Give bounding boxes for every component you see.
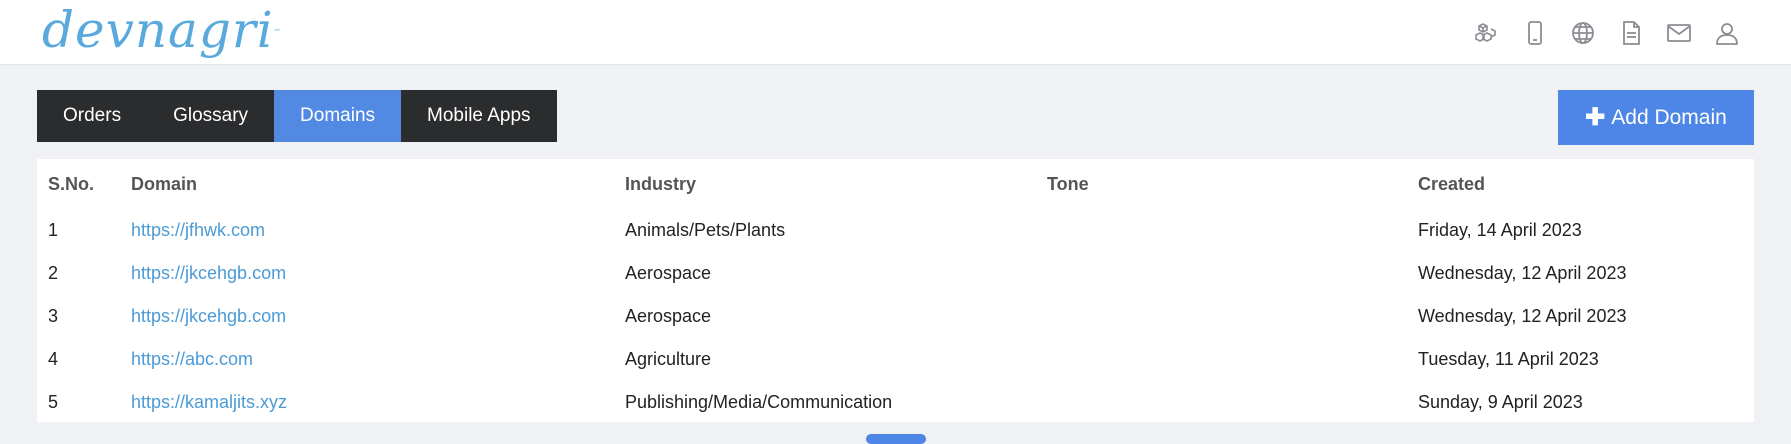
cell-tone (1047, 338, 1418, 381)
cell-industry: Agriculture (625, 349, 712, 369)
cell-sno: 4 (48, 349, 59, 369)
top-navbar: devnagri™ (0, 0, 1791, 65)
cell-industry: Aerospace (625, 306, 712, 326)
cell-sno: 5 (48, 392, 59, 412)
header-domain: Domain (131, 173, 198, 194)
tab-mobile-apps[interactable]: Mobile Apps (401, 90, 557, 142)
cell-sno: 2 (48, 263, 59, 283)
cell-domain: https://kamaljits.xyz (131, 381, 625, 424)
tab-orders[interactable]: Orders (37, 90, 148, 142)
table-row: 5 https://kamaljits.xyz Publishing/Media… (37, 381, 1754, 424)
cell-industry: Aerospace (625, 263, 712, 283)
trademark-mark: ™ (273, 28, 282, 36)
header-tone: Tone (1047, 173, 1089, 194)
domains-table-panel: S.No. Domain Industry Tone Created 1 htt… (37, 159, 1754, 422)
pagination-control[interactable] (866, 434, 926, 444)
mail-icon[interactable] (1655, 18, 1703, 48)
domains-table: S.No. Domain Industry Tone Created 1 htt… (37, 159, 1754, 424)
cell-domain: https://abc.com (131, 338, 625, 381)
table-header-row: S.No. Domain Industry Tone Created (37, 159, 1754, 209)
globe-icon[interactable] (1559, 18, 1607, 48)
cell-industry: Animals/Pets/Plants (625, 220, 786, 240)
cell-created: Wednesday, 12 April 2023 (1418, 263, 1627, 283)
domain-link[interactable]: https://kamaljits.xyz (131, 392, 287, 412)
cell-created: Friday, 14 April 2023 (1418, 220, 1582, 240)
logo-text: devnagri (42, 1, 274, 59)
cell-domain: https://jkcehgb.com (131, 295, 625, 338)
plus-icon: ✚ (1585, 103, 1606, 131)
domain-link[interactable]: https://jkcehgb.com (131, 306, 286, 326)
table-row: 4 https://abc.com Agriculture Tuesday, 1… (37, 338, 1754, 381)
cell-industry: Publishing/Media/Communication (625, 392, 893, 412)
header-icon-bar (1463, 18, 1751, 48)
cell-created: Wednesday, 12 April 2023 (1418, 306, 1627, 326)
header-sno: S.No. (48, 173, 95, 194)
cell-tone (1047, 209, 1418, 252)
table-row: 1 https://jfhwk.com Animals/Pets/Plants … (37, 209, 1754, 252)
header-industry: Industry (625, 173, 697, 194)
document-icon[interactable] (1607, 18, 1655, 48)
cubes-icon[interactable] (1463, 18, 1511, 48)
cell-sno: 1 (48, 220, 59, 240)
cell-created: Sunday, 9 April 2023 (1418, 392, 1583, 412)
header-created: Created (1418, 173, 1486, 194)
cell-tone (1047, 252, 1418, 295)
cell-domain: https://jkcehgb.com (131, 252, 625, 295)
tab-domains[interactable]: Domains (274, 90, 402, 142)
table-row: 3 https://jkcehgb.com Aerospace Wednesda… (37, 295, 1754, 338)
domain-link[interactable]: https://jkcehgb.com (131, 263, 286, 283)
add-domain-button[interactable]: ✚ Add Domain (1558, 90, 1754, 145)
add-domain-label: Add Domain (1611, 105, 1727, 129)
table-row: 2 https://jkcehgb.com Aerospace Wednesda… (37, 252, 1754, 295)
user-icon[interactable] (1703, 18, 1751, 48)
cell-created: Tuesday, 11 April 2023 (1418, 349, 1599, 369)
domain-link[interactable]: https://jfhwk.com (131, 220, 265, 240)
tab-glossary[interactable]: Glossary (147, 90, 275, 142)
devnagri-logo[interactable]: devnagri™ (42, 2, 282, 58)
cell-tone (1047, 381, 1418, 424)
cell-sno: 3 (48, 306, 59, 326)
mobile-icon[interactable] (1511, 18, 1559, 48)
main-tabs: Orders Glossary Domains Mobile Apps (37, 90, 557, 142)
domain-link[interactable]: https://abc.com (131, 349, 253, 369)
cell-tone (1047, 295, 1418, 338)
cell-domain: https://jfhwk.com (131, 209, 625, 252)
